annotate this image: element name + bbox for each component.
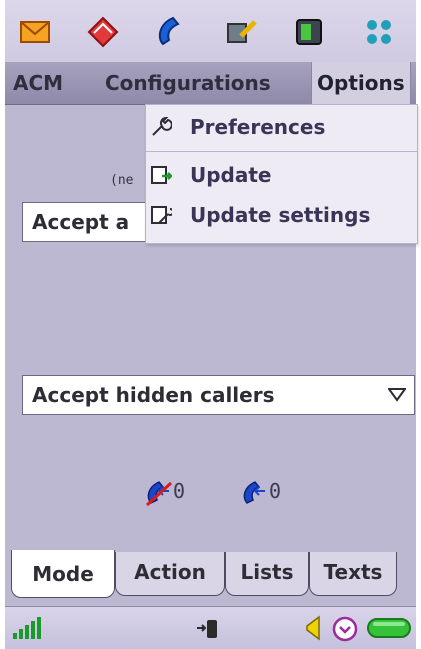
tab-mode[interactable]: Mode [11, 550, 115, 598]
tab-lists[interactable]: Lists [225, 552, 309, 596]
tab-action[interactable]: Action [115, 552, 225, 596]
menu-bar: ACM Configurations Options [5, 62, 416, 105]
partial-label: (ne [110, 173, 134, 188]
phone-screen: ACM Configurations Options (ne Accept a … [5, 0, 418, 649]
sim-card-icon[interactable] [291, 14, 327, 50]
chevron-down-icon [388, 388, 406, 402]
accept-dropdown-value: Accept a [32, 210, 130, 234]
battery-icon [367, 618, 411, 638]
alarm-clock-icon[interactable] [331, 615, 359, 643]
phone-activity-icon [197, 620, 217, 638]
envelope-icon[interactable] [17, 14, 53, 50]
menu-separator [146, 151, 417, 152]
book-icon[interactable] [85, 14, 121, 50]
tab-bar: Mode Action Lists Texts [5, 550, 416, 606]
accepted-call-icon [243, 481, 265, 504]
rejected-count: 0 [173, 479, 186, 503]
apps-grid-icon[interactable] [361, 14, 397, 50]
hidden-callers-dropdown[interactable]: Accept hidden callers [22, 375, 415, 415]
accepted-counter: 0 [241, 479, 281, 507]
menu-item-label: Preferences [190, 115, 326, 139]
tab-texts[interactable]: Texts [309, 552, 397, 596]
menu-item-preferences[interactable]: Preferences [146, 109, 417, 145]
update-icon [151, 166, 172, 184]
menu-item-label: Update settings [190, 203, 371, 227]
hidden-callers-value: Accept hidden callers [32, 383, 275, 407]
wrench-icon [152, 116, 172, 136]
menu-configurations[interactable]: Configurations [105, 62, 271, 104]
rejected-counter: 0 [145, 479, 185, 507]
rejected-call-icon [145, 481, 173, 507]
tools-icon[interactable] [223, 14, 259, 50]
accepted-count: 0 [269, 479, 282, 503]
update-settings-icon [151, 206, 172, 224]
volume-icon[interactable] [301, 614, 323, 642]
signal-strength-icon [13, 617, 41, 639]
menu-options[interactable]: Options [311, 62, 411, 104]
menu-acm[interactable]: ACM [13, 62, 63, 104]
status-bar [5, 606, 416, 649]
phone-handset-icon[interactable] [153, 14, 189, 50]
menu-item-update[interactable]: Update [146, 157, 417, 193]
options-menu: Preferences Update Update settings [145, 104, 418, 244]
app-icon-bar [5, 0, 416, 63]
menu-item-update-settings[interactable]: Update settings [146, 197, 417, 233]
menu-item-label: Update [190, 163, 272, 187]
